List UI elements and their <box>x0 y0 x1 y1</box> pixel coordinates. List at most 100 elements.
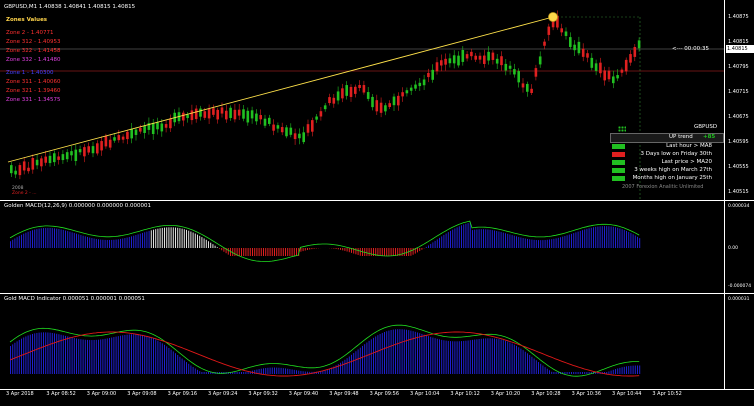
macd1-bar <box>139 233 141 248</box>
candle <box>100 141 103 151</box>
macd1-bar <box>302 248 304 252</box>
signal-dots-icon <box>618 126 626 132</box>
macd2-bar <box>430 336 432 374</box>
macd1-bar <box>443 234 445 248</box>
macd1-bar <box>579 230 581 248</box>
macd1-bar <box>71 232 73 248</box>
macd2-bar <box>375 336 377 374</box>
macd1-bar <box>410 248 412 256</box>
macd2-bar <box>291 369 293 374</box>
macd1-bar <box>535 240 537 248</box>
macd1-bar <box>511 235 513 248</box>
macd1-bar <box>601 226 603 248</box>
macd2-bar <box>639 365 641 374</box>
macd2-bar <box>203 372 205 374</box>
macd1-bar <box>87 236 88 248</box>
macd2-bar <box>357 349 359 374</box>
candle <box>14 170 17 175</box>
signal-row-text: Last hour > MA8 <box>666 143 712 149</box>
signal-lamp-icon <box>612 176 625 181</box>
candle <box>384 105 387 112</box>
gold-macd-pane[interactable]: Gold MACD Indicator 0.000051 0.000001 0.… <box>0 294 724 389</box>
macd1-bar <box>155 229 157 248</box>
macd2-bar <box>78 338 80 374</box>
zone-value: Zone 1 - 1.40300 <box>6 70 54 76</box>
macd2-bar <box>401 329 403 374</box>
macd2-bar <box>293 369 295 374</box>
macd1-bar <box>500 232 502 248</box>
macd2-bar <box>555 372 557 374</box>
macd2-bar <box>507 341 509 374</box>
macd2-bar <box>489 338 491 374</box>
macd1-bar <box>122 238 124 248</box>
macd2-bar <box>505 340 506 374</box>
price-axis[interactable]: 1.40875 1.40815 1.40795 1.40715 1.40675 1.405… <box>724 0 754 200</box>
candle <box>319 111 323 117</box>
macd1-bar <box>170 227 172 248</box>
macd2-bar <box>549 370 550 374</box>
candle <box>362 85 366 93</box>
macd1-bar <box>432 242 434 248</box>
candle <box>599 62 602 74</box>
macd2-bar <box>302 371 304 374</box>
candle <box>70 151 73 156</box>
candle <box>504 63 508 71</box>
macd2-bar <box>346 358 348 374</box>
macd2-bar <box>527 353 528 374</box>
price-axis-label: 1.40795 <box>728 64 749 70</box>
macd2-bar <box>80 339 82 374</box>
macd1-bar <box>135 235 137 248</box>
macd2-bar <box>243 372 245 374</box>
macd2-bar <box>29 334 31 374</box>
trendline-anchor-icon[interactable] <box>548 12 558 22</box>
macd2-bar <box>137 334 139 374</box>
trendline[interactable] <box>7 16 554 163</box>
signal-trend-row: UP trend +85 <box>610 133 724 143</box>
macd2-bar <box>18 339 20 374</box>
macd2-bar <box>522 350 524 374</box>
macd2-bar <box>67 336 69 374</box>
macd1-bar <box>23 233 25 248</box>
macd1-bar <box>166 227 168 248</box>
macd2-bar <box>271 367 273 374</box>
macd2-bar <box>509 342 511 374</box>
macd2-bar <box>544 367 546 374</box>
macd2-bar <box>150 337 152 374</box>
macd1-bar <box>285 248 286 256</box>
macd1-bar <box>452 229 454 248</box>
macd2-bar <box>582 372 583 374</box>
candle <box>130 128 133 139</box>
macd2-bar <box>93 340 95 374</box>
candle <box>457 55 460 66</box>
zone-value: Zone 322 - 1.41458 <box>6 48 61 54</box>
macd2-bar <box>197 369 198 374</box>
macd1-bar <box>287 248 289 256</box>
macd1-bar <box>43 228 44 248</box>
macd1-bar <box>126 237 128 248</box>
macd1-bar <box>637 236 638 248</box>
time-axis-label: 3 Apr 09:00 <box>86 391 117 397</box>
macd1-bar <box>313 248 315 249</box>
candle <box>422 79 426 86</box>
macd2-bar <box>518 347 520 374</box>
macd1-bar <box>10 241 11 248</box>
macd1-bar <box>436 239 438 248</box>
time-axis[interactable]: 3 Apr 2018 3 Apr 08:52 3 Apr 09:00 3 Apr 09… <box>0 390 754 406</box>
macd2-bar <box>161 343 163 374</box>
macd1-bar <box>447 232 449 248</box>
macd2-histogram <box>10 329 641 374</box>
golden-macd-pane[interactable]: Golden MACD(12,26,9) 0.000000 0.000000 0… <box>0 201 724 293</box>
macd2-bar <box>25 336 27 374</box>
candle <box>156 122 159 130</box>
macd2-bar <box>263 368 264 374</box>
candle <box>182 112 185 121</box>
candle <box>61 154 65 161</box>
candle <box>31 158 35 170</box>
macd2-bar <box>419 333 421 374</box>
price-chart-pane[interactable]: GBPUSD,M1 1.40838 1.40841 1.40815 1.4081… <box>0 0 724 200</box>
time-axis-label: 3 Apr 10:04 <box>410 391 440 397</box>
macd2-bar <box>76 338 77 374</box>
macd1-bar <box>335 248 337 249</box>
macd2-bar <box>610 370 612 374</box>
macd1-bar <box>219 248 220 249</box>
